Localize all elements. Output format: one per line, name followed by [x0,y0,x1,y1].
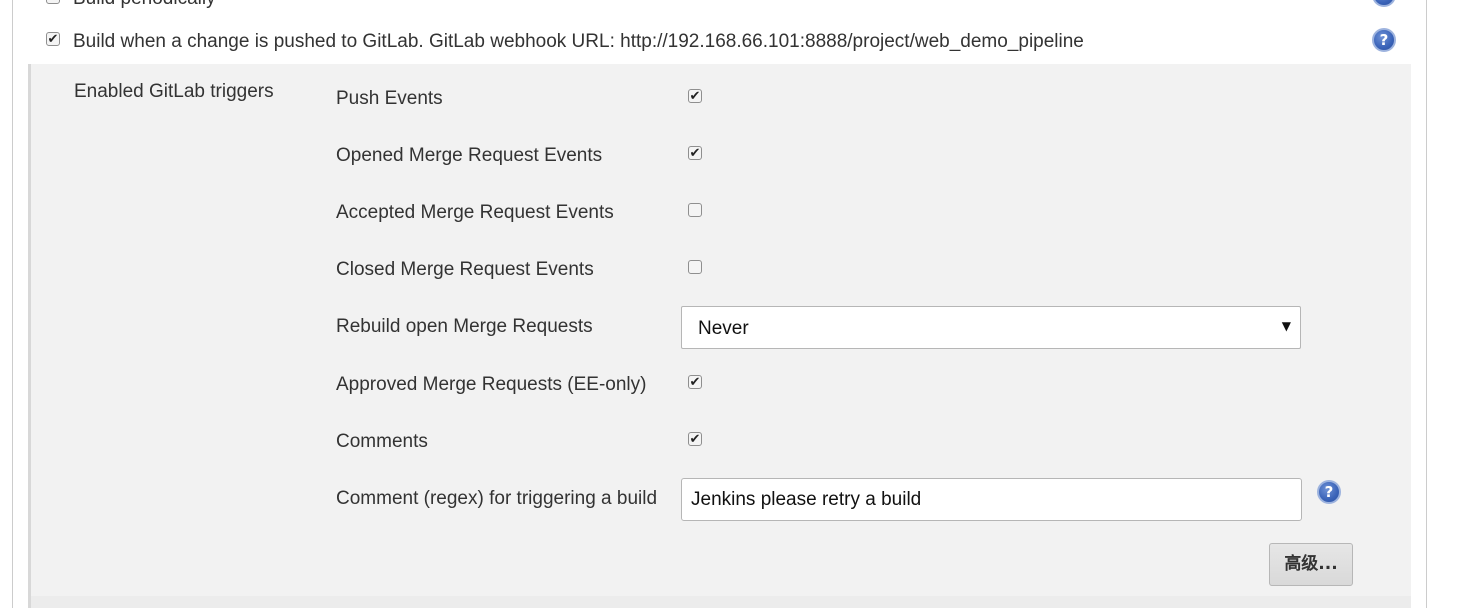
checkmark-icon: ✔ [689,374,701,390]
push-events-checkbox[interactable]: ✔ [688,89,702,103]
push-events-label: Push Events [336,88,443,109]
comment-regex-input[interactable] [681,478,1302,521]
approved-mr-checkbox[interactable]: ✔ [688,375,702,389]
opened-mr-events-checkbox[interactable]: ✔ [688,146,702,160]
opened-mr-events-label: Opened Merge Request Events [336,145,603,166]
enabled-gitlab-triggers-label: Enabled GitLab triggers [74,81,274,102]
advanced-button[interactable]: 高级... [1269,543,1353,586]
build-periodically-label: Build periodically [73,0,216,10]
rebuild-open-mr-label: Rebuild open Merge Requests [336,316,593,337]
closed-mr-events-checkbox[interactable]: ✔ [688,260,702,274]
dropdown-arrow-icon: ▼ [1281,319,1291,333]
gitlab-trigger-label: Build when a change is pushed to GitLab.… [73,31,1084,52]
closed-mr-events-label: Closed Merge Request Events [336,259,594,280]
help-glyph: ? [1380,0,1389,4]
approved-mr-label: Approved Merge Requests (EE-only) [336,374,647,395]
help-icon[interactable]: ? [1372,28,1396,52]
accepted-mr-events-label: Accepted Merge Request Events [336,202,614,223]
checkmark-icon: ✔ [689,431,701,447]
config-frame-left-border [12,0,13,608]
config-frame-right-border [1426,0,1427,608]
comment-regex-label: Comment (regex) for triggering a build [336,488,658,509]
help-glyph: ? [1379,31,1389,49]
checkmark-icon: ✔ [689,145,701,161]
rebuild-open-mr-select[interactable]: Never ▼ [681,306,1301,349]
build-periodically-checkbox[interactable]: ✔ [46,0,60,4]
next-row-strip [31,596,1411,608]
help-icon[interactable]: ? [1372,0,1396,7]
rebuild-selected-value: Never [698,318,749,339]
panel-left-border [28,64,31,608]
accepted-mr-events-checkbox[interactable]: ✔ [688,203,702,217]
comments-label: Comments [336,431,428,452]
checkmark-icon: ✔ [47,31,59,47]
comments-checkbox[interactable]: ✔ [688,432,702,446]
checkmark-icon: ✔ [689,88,701,104]
gitlab-trigger-checkbox[interactable]: ✔ [46,32,60,46]
help-icon[interactable]: ? [1317,480,1341,504]
help-glyph: ? [1324,483,1334,501]
